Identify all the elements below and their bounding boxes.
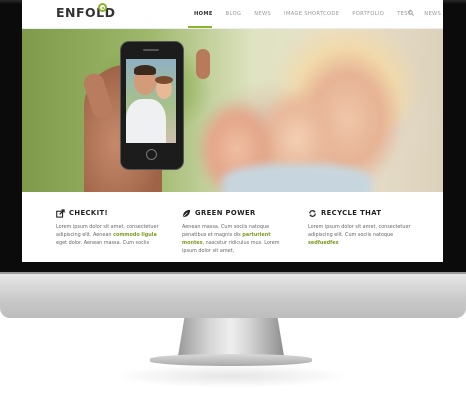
main-nav: HOME BLOG NEWS IMAGE SHORTCODE PORTFOLIO… bbox=[194, 0, 443, 28]
nav-item-blog[interactable]: BLOG bbox=[226, 11, 242, 17]
photo-man-shirt bbox=[126, 99, 166, 143]
site-header: ENFOLD HOME BLOG NEWS IMAGE SHORTCODE PO… bbox=[22, 0, 443, 29]
monitor-stand-neck bbox=[178, 318, 284, 356]
phone-home-button bbox=[146, 149, 157, 160]
monitor-chin-edge bbox=[0, 272, 466, 274]
feature-highlight: sedfuedfes bbox=[308, 240, 339, 246]
feature-green-power: GREEN POWER Aenean massa. Cum sociis nat… bbox=[182, 208, 286, 255]
feature-text: Aenean massa. Cum sociis natoque penatib… bbox=[182, 224, 280, 254]
feature-checkit: CHECKIT! Lorem ipsum dolor sit amet, con… bbox=[56, 208, 160, 247]
share-icon bbox=[56, 208, 65, 218]
monitor-shadow bbox=[110, 364, 352, 388]
feature-title: GREEN POWER bbox=[195, 209, 256, 217]
photo-child-hair bbox=[155, 76, 173, 84]
nav-item-image-shortcode[interactable]: IMAGE SHORTCODE bbox=[284, 11, 339, 17]
monitor-bezel: ENFOLD HOME BLOG NEWS IMAGE SHORTCODE PO… bbox=[0, 0, 466, 272]
phone-screen-photo bbox=[126, 59, 176, 143]
feature-recycle-that: RECYCLE THAT Lorem ipsum dolor sit amet,… bbox=[308, 208, 412, 247]
hero-image bbox=[22, 29, 443, 192]
features-section: CHECKIT! Lorem ipsum dolor sit amet, con… bbox=[22, 192, 443, 262]
hero-blur-clothes bbox=[222, 164, 372, 192]
finger bbox=[196, 49, 210, 79]
nav-item-news-2[interactable]: NEWS bbox=[424, 11, 441, 17]
logo-mark-icon bbox=[98, 3, 107, 12]
photo-man-hair bbox=[134, 65, 156, 75]
feature-title: CHECKIT! bbox=[69, 209, 109, 217]
monitor-screen: ENFOLD HOME BLOG NEWS IMAGE SHORTCODE PO… bbox=[22, 0, 443, 262]
leaf-icon bbox=[182, 209, 191, 217]
phone-speaker bbox=[143, 49, 159, 51]
feature-title: RECYCLE THAT bbox=[321, 209, 382, 217]
feature-text: Lorem ipsum dolor sit amet, consectetuer… bbox=[308, 224, 411, 246]
nav-item-portfolio[interactable]: PORTFOLIO bbox=[352, 11, 384, 17]
feature-highlight: commodo ligula bbox=[113, 232, 157, 238]
active-nav-indicator bbox=[188, 26, 212, 28]
recycle-icon bbox=[309, 209, 316, 217]
feature-text: Lorem ipsum dolor sit amet, consectetuer… bbox=[56, 224, 159, 246]
search-icon[interactable] bbox=[408, 10, 414, 16]
nav-item-news[interactable]: NEWS bbox=[254, 11, 271, 17]
monitor-chin bbox=[0, 272, 466, 318]
nav-item-home[interactable]: HOME bbox=[194, 11, 213, 17]
